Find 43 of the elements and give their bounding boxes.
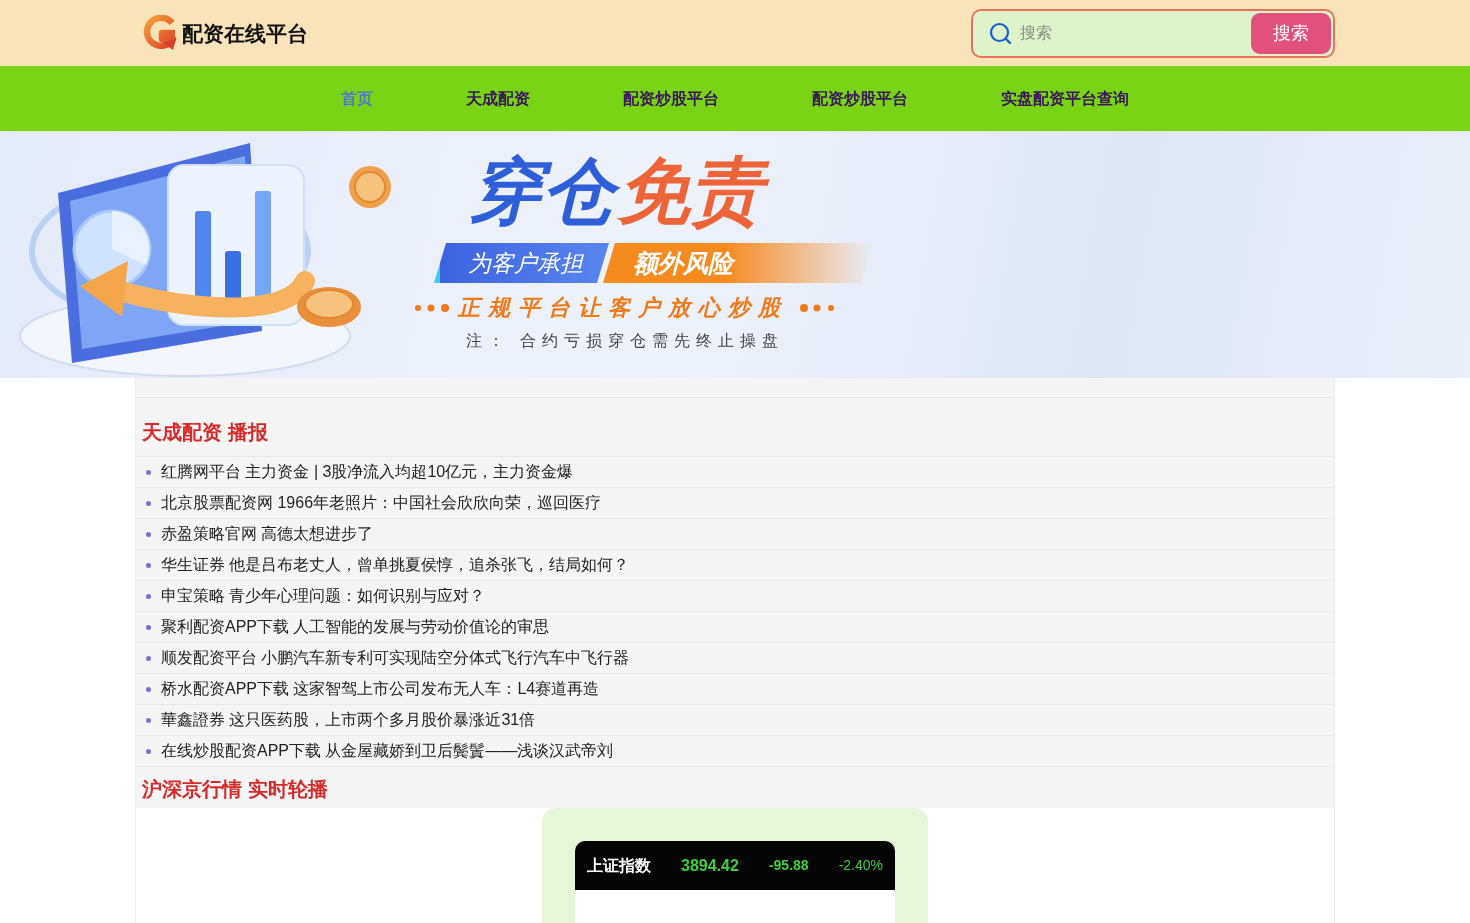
news-link[interactable]: 北京股票配资网 1966年老照片：中国社会欣欣向荣，巡回医疗 (161, 488, 602, 518)
bullet-icon (146, 562, 151, 568)
news-link[interactable]: 在线炒股配资APP下载 从金屋藏娇到卫后鬓鬒——浅谈汉武帝刘 (161, 736, 614, 766)
nav-tab[interactable]: 天成配资 (466, 66, 530, 131)
coin-icon (349, 166, 391, 208)
bullet-icon (146, 500, 151, 506)
bullet-icon (146, 593, 151, 599)
site-logo-text[interactable]: 配资在线平台 (182, 22, 308, 44)
nav-tab[interactable]: 实盘配资平台查询 (1001, 66, 1129, 131)
dots-icon (414, 304, 450, 312)
bullet-icon (146, 717, 151, 723)
bullet-icon (146, 531, 151, 537)
news-link[interactable]: 桥水配资APP下载 这家智驾上市公司发布无人车：L4赛道再造 (161, 674, 600, 704)
bullet-icon (146, 655, 151, 661)
bullet-icon (146, 469, 151, 475)
dots-icon (800, 304, 836, 312)
news-link[interactable]: 華鑫證券 这只医药股，上市两个多月股价暴涨近31倍 (161, 705, 536, 735)
search-field[interactable]: 搜索 搜索 (971, 8, 1335, 58)
coin-icon (297, 287, 361, 327)
news-link[interactable]: 红腾网平台 主力资金 | 3股净流入均超10亿元，主力资金爆 (161, 457, 574, 487)
bullet-icon (146, 686, 151, 692)
bullet-icon (146, 624, 151, 630)
news-link[interactable]: 聚利配资APP下载 人工智能的发展与劳动价值论的审思 (161, 612, 550, 642)
news-link[interactable]: 顺发配资平台 小鹏汽车新专利可实现陆空分体式飞行汽车中飞行器 (161, 643, 630, 673)
bullet-icon (146, 748, 151, 754)
index-percent: -2.40% (838, 856, 883, 875)
section-heading: 沪深京行情 实时轮播 (141, 777, 329, 802)
slogan-ribbon: 额外风险 (603, 243, 873, 283)
index-price: 3894.42 (681, 855, 739, 876)
disclaimer-text: 注： 合约亏损穿仓需先终止操盘 (466, 331, 785, 351)
index-change: -95.88 (768, 856, 809, 875)
logo-icon (143, 15, 178, 51)
section-heading: 天成配资 播报 (141, 420, 269, 445)
news-link[interactable]: 申宝策略 青少年心理问题：如何识别与应对？ (161, 581, 486, 611)
search-button[interactable]: 搜索 (1251, 12, 1331, 54)
news-link[interactable]: 赤盈策略官网 高德太想进步了 (161, 519, 374, 549)
index-name: 上证指数 (587, 855, 651, 876)
nav-tab[interactable]: 配资炒股平台 (812, 66, 908, 131)
news-link[interactable]: 华生证券 他是吕布老丈人，曾单挑夏侯惇，追杀张飞，结局如何？ (161, 550, 630, 580)
slogan-ribbon: 为客户承担 (434, 243, 609, 283)
slogan-text: 正规平台让客户放心炒股 (458, 294, 789, 322)
search-icon (989, 21, 1012, 45)
nav-tab[interactable]: 配资炒股平台 (623, 66, 719, 131)
